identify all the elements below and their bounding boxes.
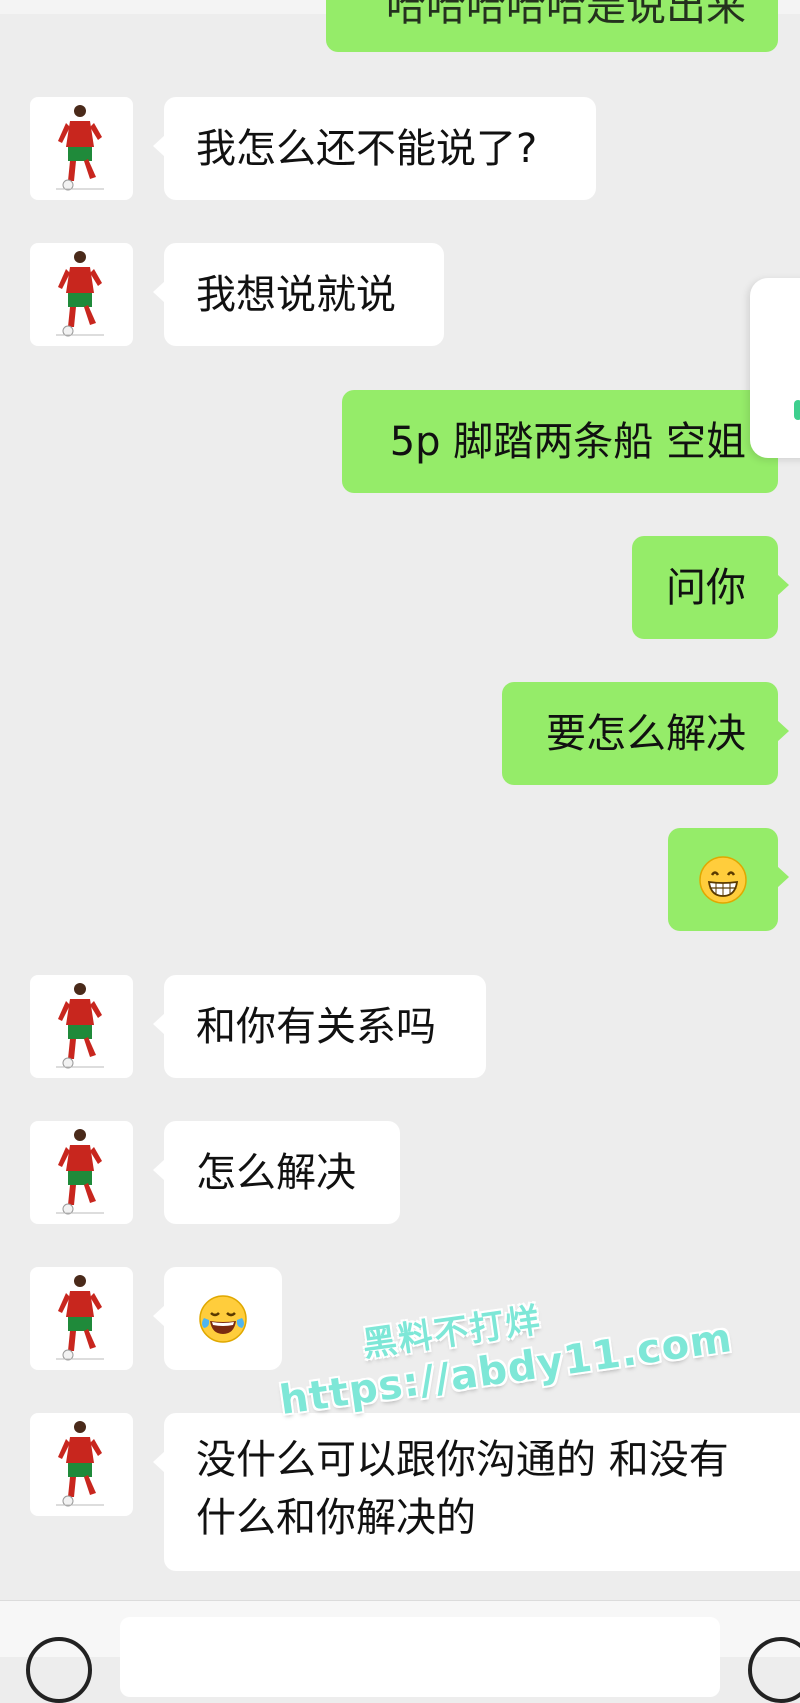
message-bubble-outgoing[interactable]: 要怎么解决	[502, 682, 789, 785]
message-text: 和你有关系吗	[196, 1003, 436, 1050]
soccer-player-icon	[56, 983, 104, 1069]
soccer-player-icon	[56, 1129, 104, 1215]
watermark-url: https://abdy11.com	[276, 1314, 736, 1425]
side-panel-indicator	[794, 400, 800, 420]
avatar[interactable]	[30, 243, 133, 346]
message-bubble-outgoing[interactable]: 5p 脚踏两条船 空姐	[342, 390, 789, 493]
message-text: 5p 脚踏两条船 空姐	[389, 418, 746, 465]
avatar[interactable]	[30, 97, 133, 200]
watermark-title: 黑料不打烊	[360, 1300, 545, 1366]
soccer-player-icon	[56, 105, 104, 191]
soccer-player-icon	[56, 1275, 104, 1361]
message-bubble-outgoing[interactable]: 哈哈哈哈哈是说出来	[326, 0, 778, 52]
message-bubble-incoming[interactable]	[153, 1267, 282, 1370]
avatar[interactable]	[30, 1121, 133, 1224]
message-bubble-outgoing[interactable]: 问你	[632, 536, 789, 639]
avatar[interactable]	[30, 1413, 133, 1516]
soccer-player-icon	[56, 251, 104, 337]
floating-side-panel[interactable]	[750, 278, 800, 458]
message-input[interactable]	[120, 1617, 720, 1697]
message-text: 怎么解决	[196, 1149, 356, 1196]
avatar[interactable]	[30, 1267, 133, 1370]
chat-area: 哈哈哈哈哈是说出来 我怎么还不能说了? 我想说就说 5p 脚踏两条船 空姐 问你…	[0, 0, 800, 1600]
message-text: 哈哈哈哈哈是说出来	[386, 0, 746, 30]
message-bubble-outgoing[interactable]	[668, 828, 789, 931]
message-bubble-incoming[interactable]: 和你有关系吗	[153, 975, 486, 1078]
avatar[interactable]	[30, 975, 133, 1078]
emoji-icon[interactable]	[748, 1637, 800, 1703]
grinning-face-emoji	[699, 855, 747, 904]
voice-icon[interactable]	[26, 1637, 92, 1703]
message-text: 没什么可以跟你沟通的 和没有什么和你解决的	[196, 1437, 729, 1541]
soccer-player-icon	[56, 1421, 104, 1507]
tears-of-joy-emoji	[199, 1294, 247, 1343]
message-text: 我怎么还不能说了?	[196, 125, 538, 172]
message-text: 我想说就说	[196, 271, 396, 318]
message-text: 要怎么解决	[546, 710, 746, 757]
message-bubble-incoming[interactable]: 怎么解决	[153, 1121, 400, 1224]
message-bubble-incoming[interactable]: 我怎么还不能说了?	[153, 97, 596, 200]
message-bubble-incoming[interactable]: 没什么可以跟你沟通的 和没有什么和你解决的	[153, 1413, 800, 1571]
input-bar	[0, 1600, 800, 1703]
message-bubble-incoming[interactable]: 我想说就说	[153, 243, 444, 346]
message-text: 问你	[666, 564, 746, 611]
